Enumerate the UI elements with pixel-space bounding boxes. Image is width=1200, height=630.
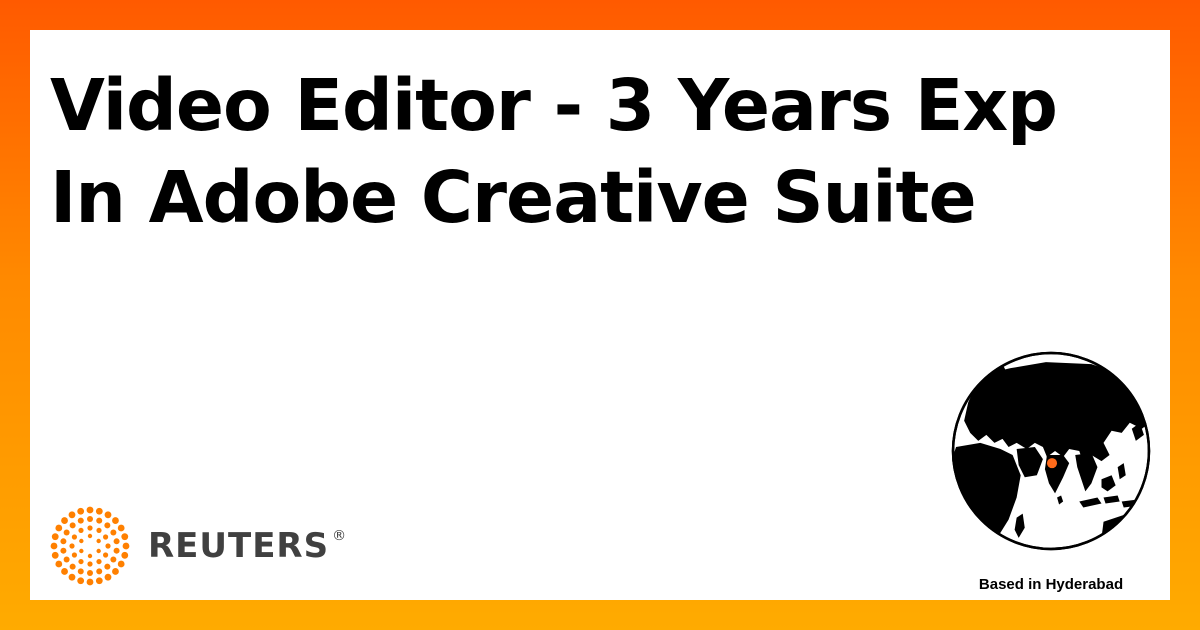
logo-dot [121,551,129,559]
logo-dot [61,517,68,524]
logo-dot [69,522,76,529]
logo-dot [68,511,76,519]
job-title-line-1: Video Editor - 3 Years Exp [50,64,1058,147]
logo-dot [87,553,93,559]
logo-dot [69,563,76,570]
logo-dot [87,516,93,522]
logo-dot [87,525,93,531]
logo-dot [86,506,94,514]
page-background: Video Editor - 3 Years Exp In Adobe Crea… [0,0,1200,630]
logo-dot [61,568,68,575]
logo-dot [104,563,111,570]
logo-dot [55,560,63,568]
logo-dot [105,543,111,549]
logo-dot [96,527,102,534]
logo-dot [102,534,109,540]
logo-dot [96,558,102,565]
logo-dot [77,517,84,524]
logo-dot [55,524,63,532]
logo-dot [63,556,70,563]
logo-dot [96,568,103,575]
logo-dot [96,548,101,554]
logo-dot [51,551,59,559]
logo-dot [77,507,85,515]
logo-dot [87,570,93,576]
logo-dot [117,560,125,568]
logo-dot [87,561,93,567]
logo-dot [78,558,84,565]
reuters-logo: REUTERS ® [48,504,347,588]
logo-dot [121,533,129,541]
logo-dot [104,573,112,581]
logo-dot [86,578,94,586]
logo-dot [51,533,59,541]
logo-dot [102,552,109,558]
logo-dot [79,538,84,544]
logo-dot [122,542,130,550]
logo-dot [95,577,103,585]
registered-mark: ® [332,528,348,544]
logo-dot [104,511,112,519]
logo-dot [79,548,84,554]
location-pin-icon [1046,458,1058,469]
logo-dot [63,529,70,536]
reuters-wordmark: REUTERS ® [148,526,347,566]
logo-dot [71,534,78,540]
logo-dot [110,556,117,563]
logo-dot [110,529,117,536]
logo-dot [68,573,76,581]
logo-dot [112,568,119,575]
logo-dot [50,542,58,550]
reuters-wordmark-text: REUTERS [148,526,330,566]
logo-dot [104,522,111,529]
logo-dot [113,538,120,545]
logo-dot [69,543,75,549]
logo-dot [77,577,85,585]
job-title-line-2: In Adobe Creative Suite [50,156,977,239]
logo-dot [95,507,103,515]
globe-icon [951,351,1151,551]
location-block: Based in Hyderabad [948,348,1154,598]
logo-dot [113,547,120,554]
location-label: Based in Hyderabad [978,576,1124,593]
logo-dot [77,568,84,575]
logo-dot [112,517,119,524]
logo-dot [96,538,101,544]
logo-dot [71,552,78,558]
job-title: Video Editor - 3 Years Exp In Adobe Crea… [50,60,1150,244]
logo-dot [117,524,125,532]
logo-dot [96,517,103,524]
logo-dot [78,527,84,534]
reuters-dot-ring-icon [50,506,130,586]
logo-dot [87,533,93,539]
logo-dot [60,538,67,545]
content-card: Video Editor - 3 Years Exp In Adobe Crea… [30,30,1170,600]
logo-dot [60,547,67,554]
